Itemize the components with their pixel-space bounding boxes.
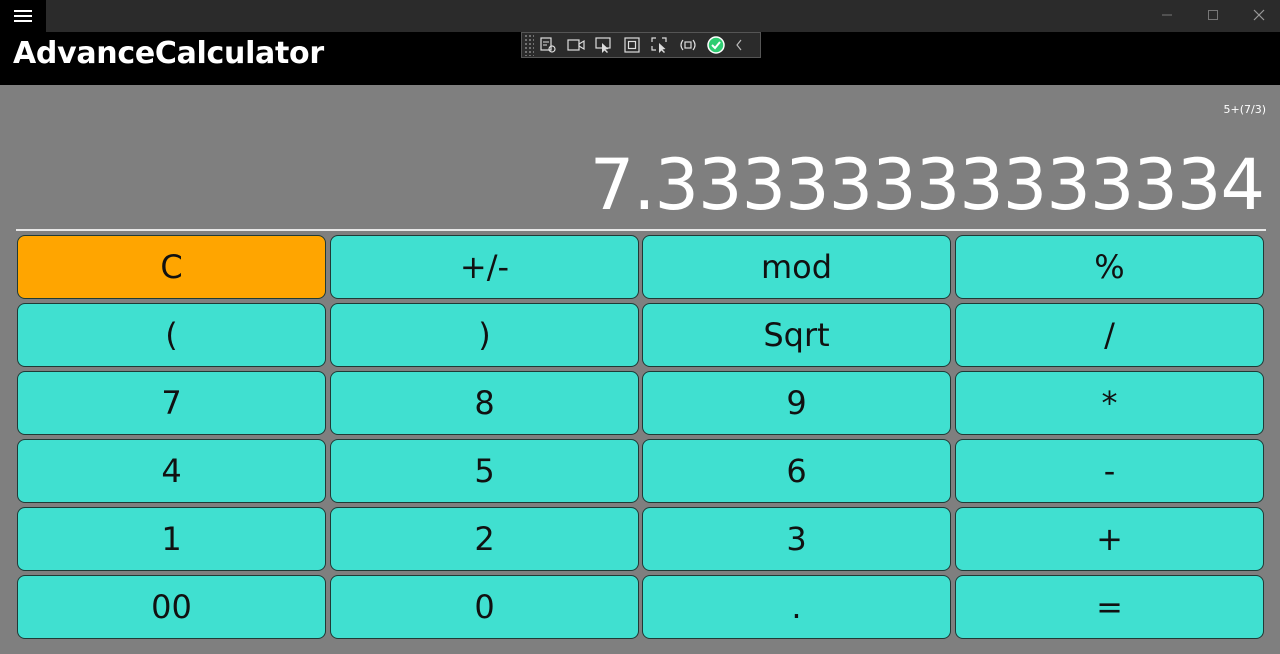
digit-3-button[interactable]: 3 — [642, 507, 951, 571]
hot-reload-status-button[interactable] — [702, 33, 730, 57]
live-visual-tree-icon — [540, 37, 556, 53]
display-divider — [16, 229, 1266, 231]
app-title: AdvanceCalculator — [13, 36, 324, 71]
divide-button[interactable]: / — [955, 303, 1264, 367]
decimal-button[interactable]: . — [642, 575, 951, 639]
minimize-button[interactable] — [1144, 0, 1190, 30]
track-focus-button[interactable] — [646, 33, 674, 57]
live-visual-tree-button[interactable] — [534, 33, 562, 57]
maximize-button[interactable] — [1190, 0, 1236, 30]
digit-8-button[interactable]: 8 — [330, 371, 639, 435]
toolbar-grip[interactable] — [524, 34, 534, 56]
open-paren-button[interactable]: ( — [17, 303, 326, 367]
modulo-button[interactable]: mod — [642, 235, 951, 299]
display-layout-adorners-button[interactable] — [618, 33, 646, 57]
equals-button[interactable]: = — [955, 575, 1264, 639]
debug-toolbar — [521, 32, 761, 58]
record-button[interactable] — [562, 33, 590, 57]
record-icon — [567, 39, 585, 51]
negate-button[interactable]: +/- — [330, 235, 639, 299]
result-display: 7.33333333333334 — [589, 144, 1265, 226]
double-zero-button[interactable]: 00 — [17, 575, 326, 639]
multiply-button[interactable]: * — [955, 371, 1264, 435]
hamburger-menu-button[interactable] — [0, 0, 46, 32]
binding-failures-icon — [680, 39, 696, 51]
add-button[interactable]: + — [955, 507, 1264, 571]
digit-7-button[interactable]: 7 — [17, 371, 326, 435]
hot-reload-ok-icon — [707, 36, 725, 54]
subtract-button[interactable]: - — [955, 439, 1264, 503]
close-icon — [1253, 9, 1265, 21]
digit-0-button[interactable]: 0 — [330, 575, 639, 639]
percent-button[interactable]: % — [955, 235, 1264, 299]
display-layout-adorners-icon — [624, 37, 640, 53]
sqrt-button[interactable]: Sqrt — [642, 303, 951, 367]
expression-display: 5+(7/3) — [1223, 103, 1266, 116]
close-paren-button[interactable]: ) — [330, 303, 639, 367]
digit-4-button[interactable]: 4 — [17, 439, 326, 503]
collapse-toolbar-icon — [736, 39, 742, 51]
digit-2-button[interactable]: 2 — [330, 507, 639, 571]
minimize-icon — [1162, 14, 1172, 16]
collapse-toolbar-button[interactable] — [730, 33, 748, 57]
digit-1-button[interactable]: 1 — [17, 507, 326, 571]
close-button[interactable] — [1236, 0, 1280, 30]
maximize-icon — [1208, 10, 1218, 20]
digit-6-button[interactable]: 6 — [642, 439, 951, 503]
digit-5-button[interactable]: 5 — [330, 439, 639, 503]
select-element-icon — [595, 37, 611, 53]
clear-button[interactable]: C — [17, 235, 326, 299]
hamburger-icon — [14, 10, 32, 22]
track-focus-icon — [651, 37, 667, 53]
binding-failures-button[interactable] — [674, 33, 702, 57]
digit-9-button[interactable]: 9 — [642, 371, 951, 435]
window-title-bar — [0, 0, 1280, 32]
select-element-button[interactable] — [590, 33, 618, 57]
